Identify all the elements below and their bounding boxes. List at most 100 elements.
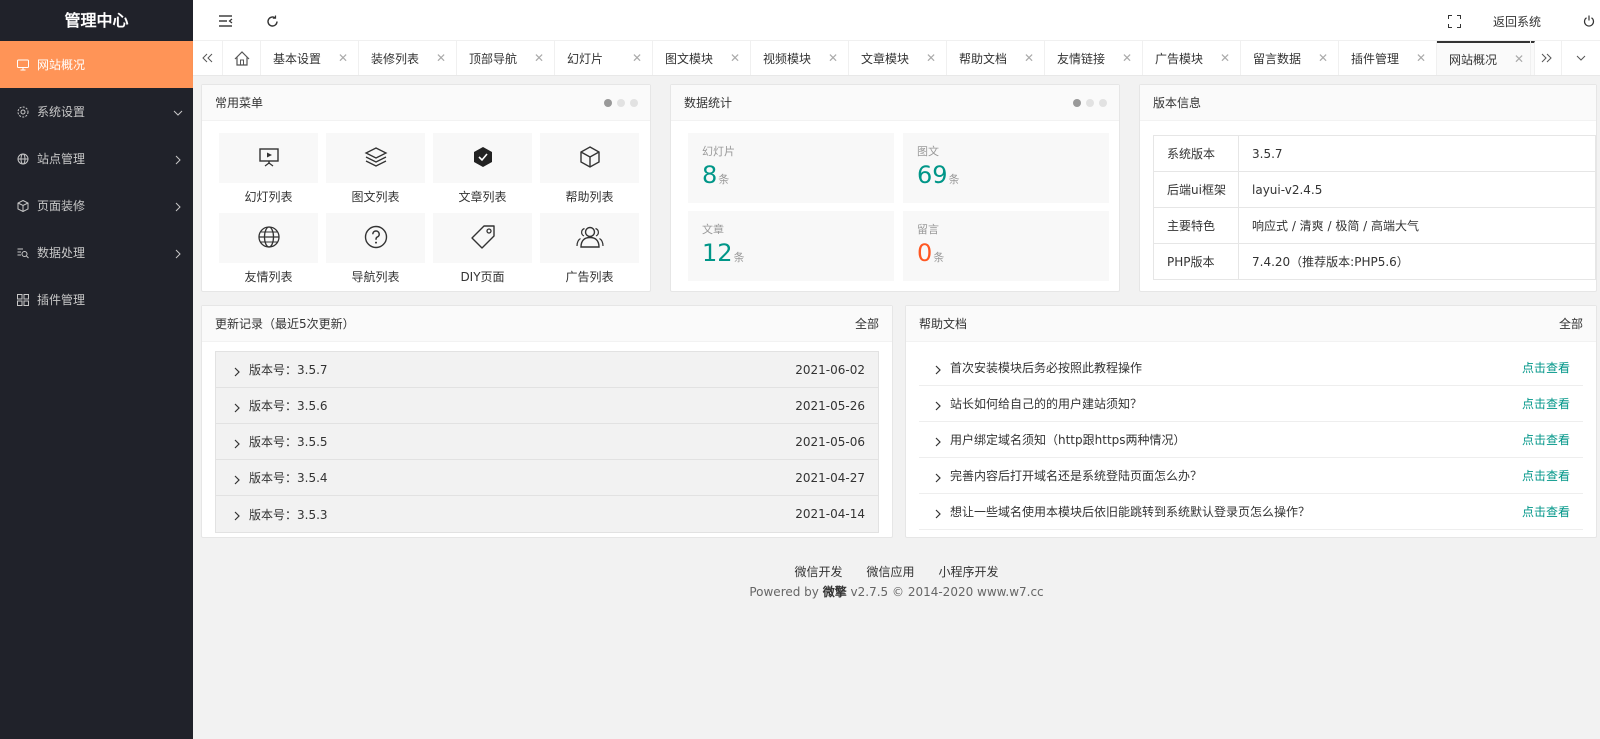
tab-2[interactable]: 顶部导航 ✕: [457, 41, 555, 75]
cube-icon: [578, 145, 602, 172]
carousel-dot[interactable]: [1099, 99, 1107, 107]
return-system-link[interactable]: 返回系统: [1493, 13, 1541, 30]
view-help-link[interactable]: 点击查看: [1522, 467, 1570, 484]
menu-shortcut[interactable]: 图文列表: [326, 133, 425, 205]
stat-label: 幻灯片: [702, 145, 735, 158]
help-title[interactable]: 完善内容后打开域名还是系统登陆页面怎么办？: [950, 467, 1202, 484]
footer-link[interactable]: 微信应用: [866, 565, 914, 579]
menu-shortcut[interactable]: DIY页面: [433, 213, 532, 285]
tab-label: 幻灯片: [567, 51, 604, 66]
power-icon[interactable]: [1581, 13, 1597, 29]
tabs-scroll-left-icon[interactable]: [193, 41, 223, 75]
chevron-right-icon: [233, 474, 241, 484]
carousel-dot[interactable]: [617, 99, 625, 107]
help-title[interactable]: 用户绑定域名须知（http跟https两种情况）: [950, 431, 1186, 448]
tab-9[interactable]: 广告模块 ✕: [1143, 41, 1241, 75]
update-date: 2021-06-02: [795, 362, 865, 377]
sidebar-item-page-decoration[interactable]: 页面装修: [0, 182, 193, 229]
help-row: 首次安装模块后务必按照此教程操作 点击查看: [919, 350, 1583, 386]
card-title: 常用菜单: [202, 85, 650, 121]
menu-shortcut-label: 图文列表: [351, 190, 400, 204]
menu-shortcut[interactable]: 友情列表: [219, 213, 318, 285]
close-icon[interactable]: ✕: [1024, 51, 1034, 65]
carousel-dots[interactable]: [1073, 99, 1107, 107]
help-title[interactable]: 站长如何给自己的的用户建站须知？: [950, 395, 1142, 412]
close-icon[interactable]: ✕: [1220, 51, 1230, 65]
tab-8[interactable]: 友情链接 ✕: [1045, 41, 1143, 75]
sidebar-item-site-management[interactable]: 站点管理: [0, 135, 193, 182]
close-icon[interactable]: ✕: [730, 51, 740, 65]
refresh-icon[interactable]: [264, 13, 280, 29]
view-help-link[interactable]: 点击查看: [1522, 431, 1570, 448]
tab-11[interactable]: 插件管理 ✕: [1339, 41, 1437, 75]
close-icon[interactable]: ✕: [1122, 51, 1132, 65]
close-icon[interactable]: ✕: [1514, 52, 1524, 66]
stat-unit: 条: [948, 173, 960, 186]
help-title[interactable]: 首次安装模块后务必按照此教程操作: [950, 359, 1142, 376]
tab-7[interactable]: 帮助文档 ✕: [947, 41, 1045, 75]
close-icon[interactable]: ✕: [632, 51, 642, 65]
version-key: 后端ui框架: [1153, 171, 1239, 208]
menu-shortcut[interactable]: 文章列表: [433, 133, 532, 205]
close-icon[interactable]: ✕: [338, 51, 348, 65]
carousel-dot[interactable]: [1073, 99, 1081, 107]
tab-3[interactable]: 幻灯片 ✕: [555, 41, 653, 75]
view-all-help-link[interactable]: 全部: [1559, 306, 1583, 342]
sidebar-item-data-processing[interactable]: 数据处理: [0, 229, 193, 276]
tab-0[interactable]: 基本设置 ✕: [261, 41, 359, 75]
close-icon[interactable]: ✕: [1416, 51, 1426, 65]
footer-link[interactable]: 微信开发: [794, 565, 842, 579]
version-value: 7.4.20（推荐版本:PHP5.6）: [1238, 243, 1596, 280]
tab-10[interactable]: 留言数据 ✕: [1241, 41, 1339, 75]
tab-6[interactable]: 文章模块 ✕: [849, 41, 947, 75]
sidebar-item-system-settings[interactable]: 系统设置: [0, 88, 193, 135]
brand-name[interactable]: 微擎: [823, 585, 847, 599]
version-key: 主要特色: [1153, 207, 1239, 244]
stat-unit: 条: [933, 251, 945, 264]
update-row[interactable]: 版本号：3.5.5 2021-05-06: [216, 424, 878, 460]
view-help-link[interactable]: 点击查看: [1522, 359, 1570, 376]
tab-12[interactable]: 网站概况 ✕: [1437, 41, 1535, 75]
view-all-updates-link[interactable]: 全部: [855, 306, 879, 342]
view-help-link[interactable]: 点击查看: [1522, 503, 1570, 520]
menu-shortcut[interactable]: 帮助列表: [540, 133, 639, 205]
carousel-dot[interactable]: [604, 99, 612, 107]
globe-icon: [17, 153, 29, 165]
close-icon[interactable]: ✕: [828, 51, 838, 65]
close-icon[interactable]: ✕: [926, 51, 936, 65]
close-icon[interactable]: ✕: [436, 51, 446, 65]
tabs-scroll-right-icon[interactable]: [1530, 41, 1562, 75]
sidebar-item-overview[interactable]: 网站概况: [0, 41, 193, 88]
carousel-dot[interactable]: [630, 99, 638, 107]
close-icon[interactable]: ✕: [534, 51, 544, 65]
footer-link[interactable]: 小程序开发: [939, 565, 999, 579]
update-row[interactable]: 版本号：3.5.7 2021-06-02: [216, 352, 878, 388]
carousel-dots[interactable]: [604, 99, 638, 107]
stat-value: 69: [917, 161, 948, 189]
fullscreen-icon[interactable]: [1446, 13, 1462, 29]
view-help-link[interactable]: 点击查看: [1522, 395, 1570, 412]
close-icon[interactable]: ✕: [1318, 51, 1328, 65]
menu-shortcut[interactable]: 广告列表: [540, 213, 639, 285]
tab-label: 友情链接: [1057, 51, 1106, 66]
tab-4[interactable]: 图文模块 ✕: [653, 41, 751, 75]
sidebar-item-label: 数据处理: [37, 246, 86, 260]
home-icon[interactable]: [223, 41, 261, 75]
menu-shortcut[interactable]: 幻灯列表: [219, 133, 318, 205]
carousel-dot[interactable]: [1086, 99, 1094, 107]
monitor-icon: [17, 59, 29, 71]
menu-collapse-icon[interactable]: [218, 13, 234, 29]
version-info-card: 版本信息 系统版本 3.5.7 后端ui框架 layui-v2.4.5 主要特色 响应式 …: [1139, 84, 1597, 292]
tab-5[interactable]: 视频模块 ✕: [751, 41, 849, 75]
update-row[interactable]: 版本号：3.5.6 2021-05-26: [216, 388, 878, 424]
update-row[interactable]: 版本号：3.5.3 2021-04-14: [216, 496, 878, 532]
tab-label: 视频模块: [763, 51, 812, 66]
chevron-right-icon: [934, 400, 942, 410]
sidebar-item-plugin-management[interactable]: 插件管理: [0, 276, 193, 323]
help-title[interactable]: 想让一些域名使用本模块后依旧能跳转到系统默认登录页怎么操作？: [950, 503, 1310, 520]
menu-shortcut-label: 友情列表: [244, 270, 293, 284]
tabs-dropdown-icon[interactable]: [1562, 41, 1600, 75]
tab-1[interactable]: 装修列表 ✕: [359, 41, 457, 75]
menu-shortcut[interactable]: 导航列表: [326, 213, 425, 285]
update-row[interactable]: 版本号：3.5.4 2021-04-27: [216, 460, 878, 496]
